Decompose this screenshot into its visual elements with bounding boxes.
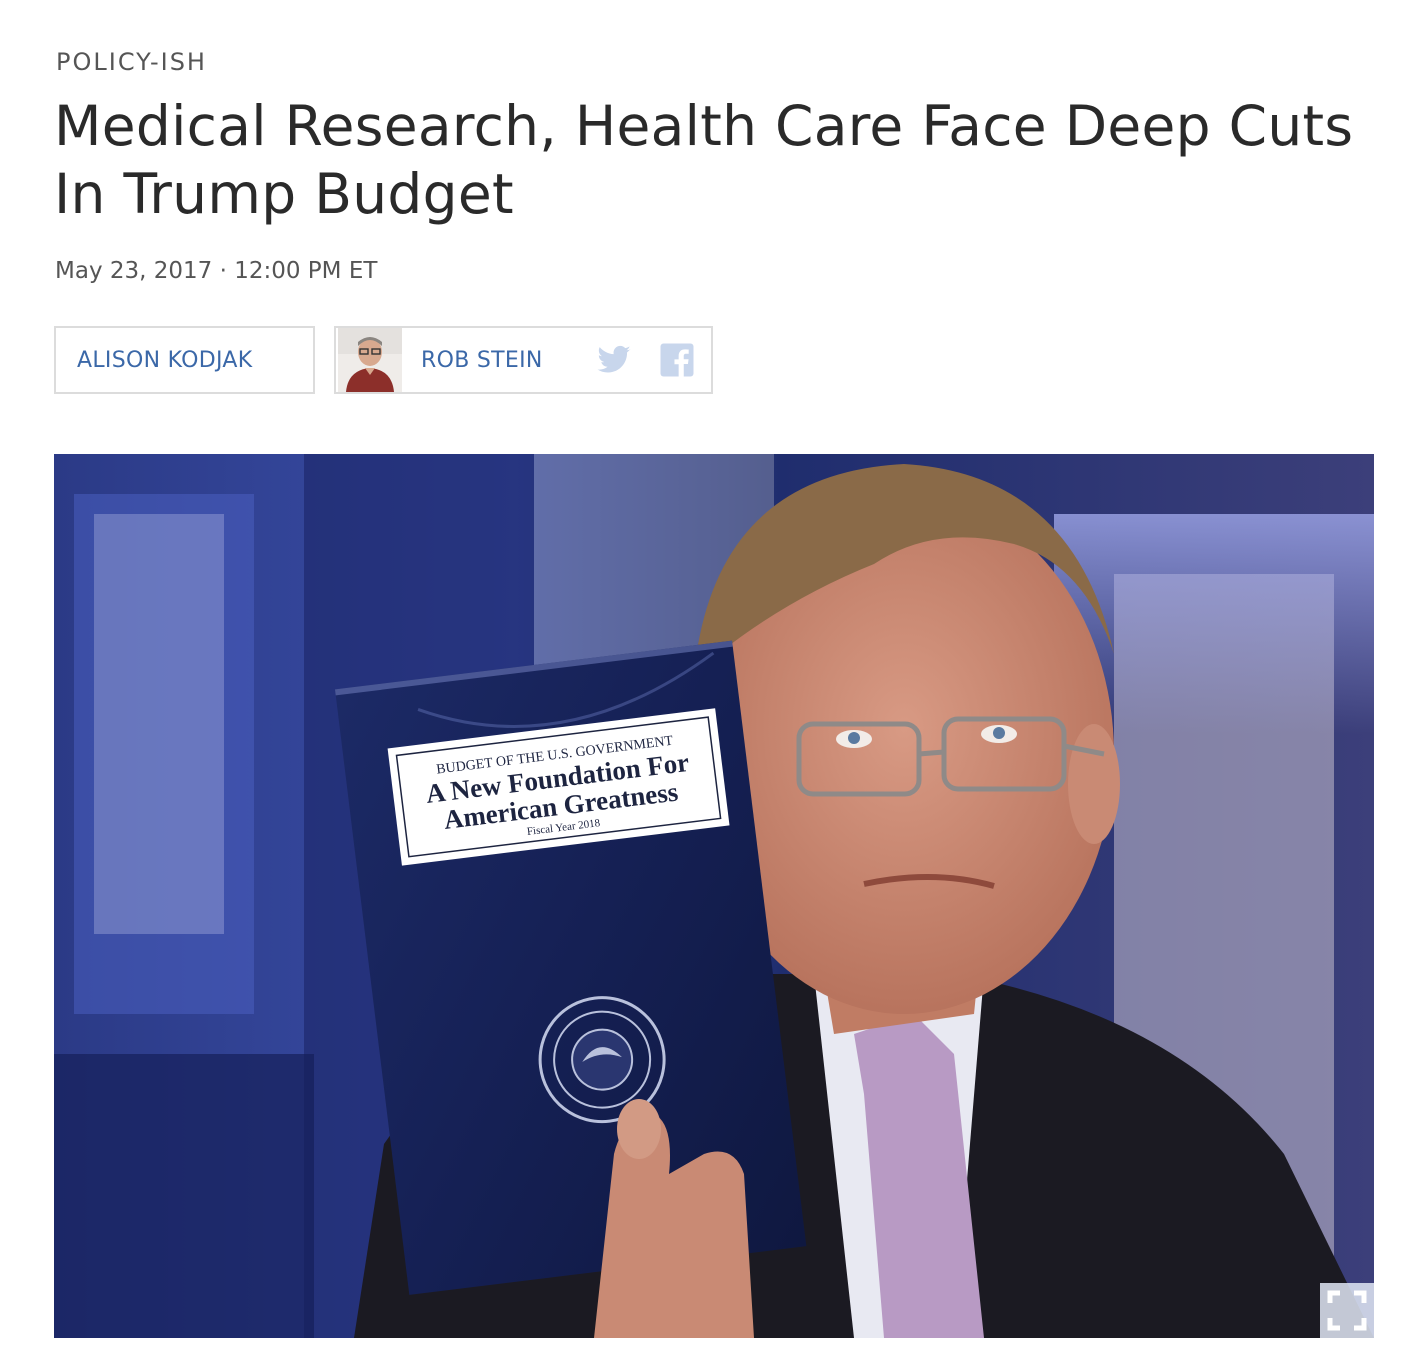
byline-rob-stein: ROB STEIN [334, 326, 713, 394]
facebook-icon[interactable] [659, 342, 695, 378]
byline-alison-kodjak: ALISON KODJAK [54, 326, 315, 394]
article-dateline: May 23, 2017 · 12:00 PM ET [55, 258, 378, 284]
author-avatar[interactable] [338, 328, 402, 392]
author-link-alison-kodjak[interactable]: ALISON KODJAK [77, 348, 253, 373]
section-slug[interactable]: POLICY-ISH [56, 48, 207, 76]
article-headline: Medical Research, Health Care Face Deep … [54, 94, 1354, 226]
expand-icon[interactable] [1320, 1283, 1374, 1338]
twitter-icon[interactable] [596, 342, 632, 378]
author-link-rob-stein[interactable]: ROB STEIN [421, 348, 543, 373]
lead-photo[interactable]: BUDGET OF THE U.S. GOVERNMENT A New Foun… [54, 454, 1374, 1338]
